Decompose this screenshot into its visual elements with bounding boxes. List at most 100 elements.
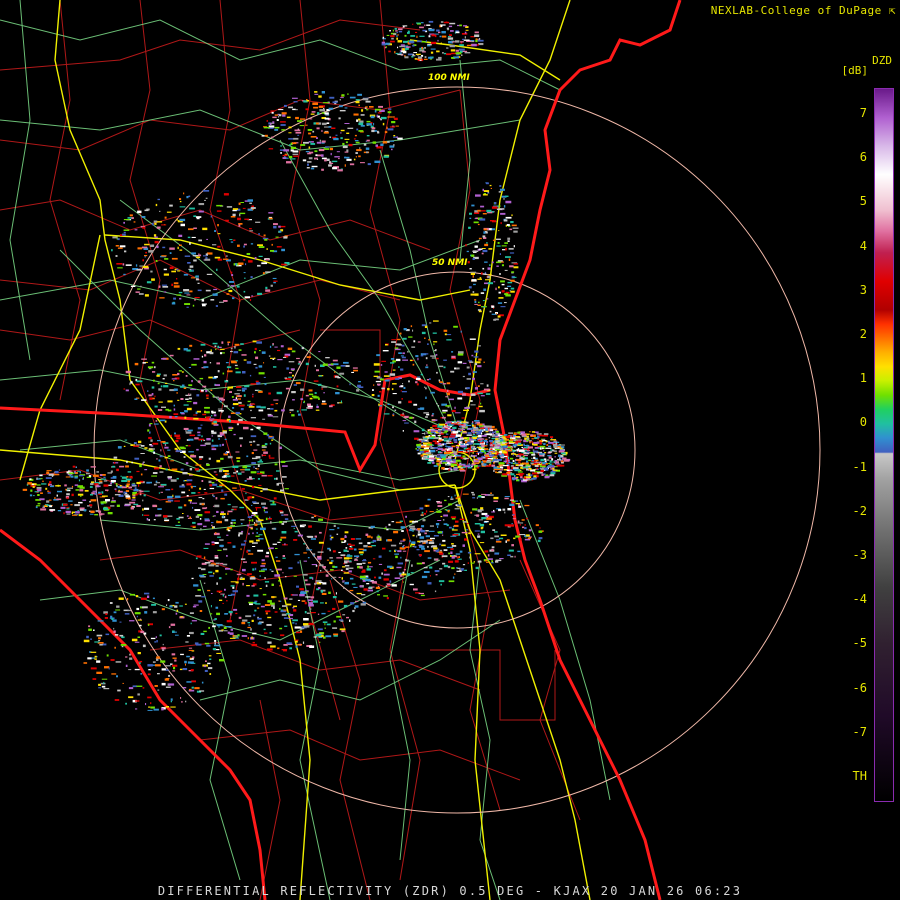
echo-pixel (217, 224, 219, 227)
echo-pixel (137, 288, 141, 290)
echo-pixel (306, 612, 310, 614)
echo-pixel (196, 470, 201, 472)
echo-pixel (284, 377, 288, 379)
echo-pixel (450, 463, 453, 466)
echo-pixel (165, 382, 168, 384)
echo-pixel (490, 429, 493, 431)
echo-pixel (238, 418, 243, 422)
echo-pixel (515, 535, 520, 538)
echo-pixel (541, 447, 544, 450)
echo-pixel (417, 56, 423, 59)
echo-pixel (71, 493, 74, 497)
echo-pixel (232, 297, 235, 300)
echo-pixel (457, 390, 463, 394)
echo-pixel (390, 35, 395, 38)
echo-pixel (473, 443, 479, 445)
echo-pixel (457, 361, 463, 364)
echo-pixel (216, 486, 223, 488)
echo-pixel (288, 361, 295, 363)
echo-pixel (259, 575, 261, 577)
echo-pixel (363, 588, 368, 591)
echo-pixel (188, 489, 190, 491)
echo-pixel (467, 432, 472, 435)
echo-pixel (407, 53, 413, 56)
echo-pixel (322, 400, 326, 403)
echo-pixel (446, 382, 451, 385)
echo-pixel (293, 155, 299, 157)
echo-pixel (441, 467, 445, 470)
echo-pixel (307, 129, 313, 131)
echo-pixel (477, 535, 481, 538)
echo-pixel (493, 281, 496, 283)
echo-pixel (495, 435, 500, 438)
echo-pixel (108, 667, 110, 670)
echo-pixel (346, 616, 349, 619)
echo-pixel (439, 433, 441, 435)
echo-pixel (321, 592, 327, 595)
echo-pixel (392, 369, 396, 371)
echo-pixel (480, 292, 485, 294)
echo-pixel (276, 391, 283, 395)
echo-pixel (438, 462, 442, 464)
echo-pixel (169, 415, 172, 419)
echo-pixel (486, 182, 489, 185)
echo-pixel (358, 130, 364, 132)
echo-pixel (271, 136, 274, 138)
echo-pixel (79, 489, 84, 492)
echo-pixel (240, 202, 244, 203)
echo-pixel (546, 444, 549, 446)
echo-pixel (214, 642, 216, 645)
echo-pixel (238, 534, 240, 537)
echo-pixel (49, 509, 56, 511)
echo-pixel (533, 441, 539, 444)
echo-pixel (240, 444, 242, 447)
echo-pixel (217, 549, 222, 551)
echo-pixel (451, 41, 456, 43)
echo-pixel (178, 506, 183, 509)
echo-pixel (366, 583, 370, 585)
echo-pixel (222, 594, 224, 597)
echo-pixel (219, 444, 222, 447)
echo-pixel (214, 256, 221, 259)
echo-pixel (209, 560, 214, 562)
echo-pixel (317, 383, 322, 386)
echo-pixel (308, 132, 312, 135)
echo-pixel (213, 505, 215, 507)
echo-pixel (188, 268, 192, 270)
echo-pixel (300, 591, 307, 594)
echo-pixel (442, 412, 446, 414)
echo-pixel (73, 471, 77, 473)
echo-pixel (455, 497, 458, 500)
echo-pixel (226, 534, 229, 536)
echo-pixel (391, 584, 397, 587)
echo-pixel (37, 502, 41, 505)
echo-pixel (206, 397, 209, 399)
echo-pixel (227, 529, 231, 532)
echo-pixel (506, 224, 510, 226)
echo-pixel (255, 507, 261, 509)
echo-pixel (204, 258, 211, 261)
echo-pixel (249, 526, 253, 529)
echo-pixel (209, 673, 212, 675)
echo-pixel (161, 255, 167, 257)
echo-pixel (270, 503, 277, 506)
echo-pixel (543, 467, 549, 470)
echo-pixel (88, 475, 92, 477)
echo-pixel (391, 388, 394, 391)
echo-pixel (176, 278, 178, 280)
echo-pixel (392, 393, 397, 395)
echo-pixel (526, 437, 530, 440)
echo-pixel (485, 428, 488, 431)
echo-pixel (281, 514, 284, 516)
echo-pixel (291, 350, 296, 353)
echo-pixel (318, 518, 323, 521)
echo-pixel (334, 371, 336, 373)
echo-pixel (315, 580, 322, 582)
echo-pixel (547, 465, 554, 467)
echo-pixel (248, 406, 255, 408)
echo-pixel (244, 296, 250, 299)
echo-pixel (496, 245, 501, 247)
echo-pixel (220, 513, 226, 516)
echo-pixel (444, 430, 448, 432)
echo-pixel (423, 567, 428, 569)
